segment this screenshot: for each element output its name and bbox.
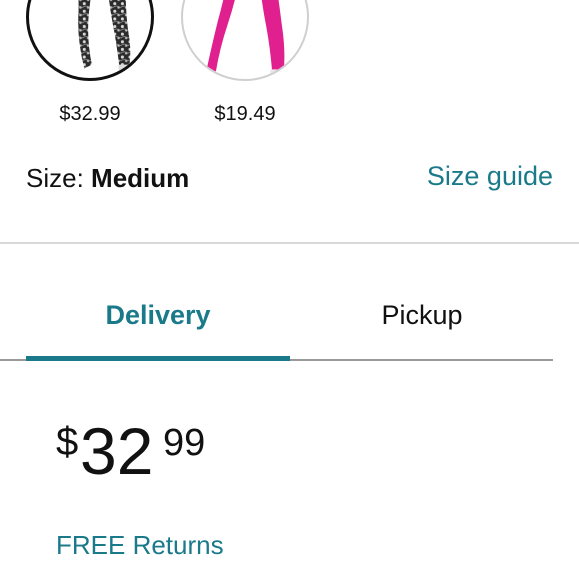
size-guide-link[interactable]: Size guide bbox=[427, 161, 553, 192]
active-tab-indicator bbox=[26, 356, 290, 361]
swatch-price-pink: $19.49 bbox=[214, 103, 276, 125]
section-divider bbox=[0, 242, 579, 244]
tab-pickup[interactable]: Pickup bbox=[290, 300, 554, 331]
price-whole: 32 bbox=[80, 414, 154, 488]
swatch-price-floral: $32.99 bbox=[59, 103, 121, 125]
size-selection: Size: Medium bbox=[26, 163, 189, 194]
color-swatch-floral[interactable] bbox=[26, 0, 154, 81]
free-returns-link[interactable]: FREE Returns bbox=[56, 530, 224, 561]
product-options-panel: $32.99 $19.49 Size: Medium Size guide De… bbox=[0, 0, 579, 580]
floral-leggings-image bbox=[78, 0, 134, 71]
price-fraction: 99 bbox=[163, 422, 206, 464]
price-currency-symbol: $ bbox=[56, 420, 79, 464]
size-label: Size: bbox=[26, 163, 84, 193]
tab-delivery[interactable]: Delivery bbox=[26, 300, 290, 331]
color-swatch-pink[interactable] bbox=[181, 0, 309, 81]
pink-leggings-image bbox=[206, 0, 288, 76]
size-value: Medium bbox=[91, 163, 190, 193]
